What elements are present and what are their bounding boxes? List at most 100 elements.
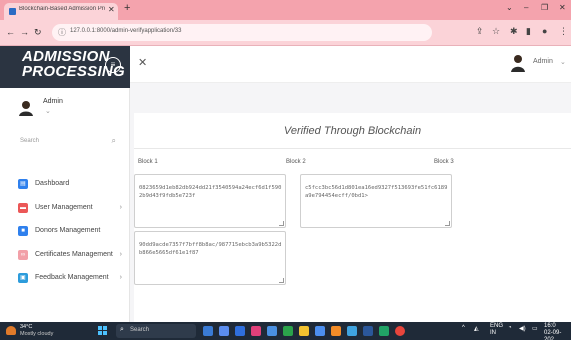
sidebar-item-label: Dashboard [35,180,70,187]
forward-button[interactable]: → [20,27,29,37]
chrome-icon[interactable] [395,326,405,336]
admin-avatar[interactable] [511,54,525,72]
block-hash-textarea[interactable]: 0823659d1eb82db924dd21f3540594a24ecf6d1f… [134,174,286,228]
browser-tab-strip: Blockchain-Based Admission Pro ✕ + ⌄ – ❐… [0,0,571,20]
maximize-button[interactable]: ❐ [541,3,548,12]
tab-close-icon[interactable]: ✕ [108,5,115,14]
admin-name[interactable]: Admin [533,58,553,65]
blockchain-card: Verified Through Blockchain Block 1 Bloc… [134,113,571,322]
feedback-icon: ▣ [18,273,28,283]
block-hash-text: c5fcc3bc56d1d801ea16ed9327f513693fe51fc6… [305,185,448,199]
volume-icon[interactable]: ◀) [519,325,526,332]
app-icon[interactable] [331,326,341,336]
app-icon[interactable] [235,326,245,336]
url-text: 127.0.0.1:8000/admin-verifyapplication/3… [70,28,182,34]
resize-grip-icon[interactable] [279,278,284,283]
chevron-right-icon: › [119,251,122,258]
taskbar-search[interactable]: ⌕ Search [116,324,196,338]
sidebar-search[interactable]: Search ⌕ [18,133,122,149]
profile-avatar-icon[interactable]: ● [542,26,547,36]
tab-search-icon[interactable]: ⌄ [506,3,513,12]
app-icon[interactable] [315,326,325,336]
resize-grip-icon[interactable] [445,221,450,226]
share-icon[interactable]: ⇪ [476,26,484,37]
sidebar-item-feedback-management[interactable]: ▣ Feedback Management › [18,272,128,286]
tab-title: Blockchain-Based Admission Pro [19,6,105,12]
weather-desc: Mostly cloudy [20,331,54,337]
back-button[interactable]: ← [6,27,15,37]
divider [134,148,571,149]
user-chevron-down-icon[interactable]: ⌄ [45,107,51,115]
chevron-right-icon: › [119,274,122,281]
sidebar-toggle-icon[interactable]: ≡ [105,57,121,73]
clock[interactable]: 16:0 02-09-202 [544,323,571,344]
new-tab-button[interactable]: + [124,2,130,14]
sidebar-item-dashboard[interactable]: ▤ Dashboard [18,178,128,192]
certificate-icon: ∞ [18,250,28,260]
search-icon: ⌕ [120,326,124,333]
battery-icon[interactable]: ▭ [532,325,538,332]
close-icon[interactable]: ✕ [138,56,147,69]
wifi-icon[interactable]: ◔ [508,325,512,331]
search-icon[interactable]: ⌕ [112,136,116,146]
block-hash-textarea[interactable]: c5fcc3bc56d1d801ea16ed9327f513693fe51fc6… [300,174,452,228]
search-input[interactable]: Search [20,138,39,144]
sidebar-item-certificates-management[interactable]: ∞ Certificates Management › [18,249,128,263]
block-hash-textarea[interactable]: 90dd9acde7357f7bff8b8ac/987715ebcb3a9b53… [134,231,286,285]
tab-favicon-icon [9,8,16,15]
block-hash-text: 0823659d1eb82db924dd21f3540594a24ecf6d1f… [139,185,282,199]
dashboard-icon: ▤ [18,179,28,189]
taskbar-search-label: Search [130,327,150,333]
tray-chevron-up-icon[interactable]: ^ [462,325,465,331]
app-icon[interactable] [347,326,357,336]
extensions-icon[interactable]: ✱ [510,26,518,37]
reload-button[interactable]: ↻ [34,27,42,38]
app-icon[interactable] [203,326,213,336]
chevron-down-icon[interactable]: ⌄ [560,58,566,66]
sidebar-item-user-management[interactable]: ▬ User Management › [18,202,128,216]
windows-taskbar: 34°C Mostly cloudy ⌕ Search ^ ◭ ENG IN ◔… [0,322,571,343]
app-icon[interactable] [379,326,389,336]
app-icon[interactable] [363,326,373,336]
region-code: IN [490,330,496,336]
site-info-icon[interactable]: ⓘ [58,27,66,38]
sidebar-item-label: Certificates Management [35,251,113,258]
url-field[interactable]: ⓘ 127.0.0.1:8000/admin-verifyapplication… [52,24,432,41]
language-indicator[interactable]: ENG IN [490,323,503,337]
app-icon[interactable] [219,326,229,336]
weather-icon [6,326,16,335]
app-icon[interactable] [299,326,309,336]
donor-icon: ■ [18,226,28,236]
app-icon[interactable] [283,326,293,336]
sidebar-item-label: User Management [35,204,93,211]
column-header-block-2: Block 2 [286,159,306,165]
bookmark-star-icon[interactable]: ☆ [492,26,500,37]
windows-start-icon[interactable] [98,326,108,336]
user-avatar [19,101,33,116]
clock-date: 02-09-202 [544,330,562,343]
minimize-button[interactable]: – [524,3,528,12]
close-window-button[interactable]: ✕ [559,3,566,12]
sidebar-user-name[interactable]: Admin [43,98,63,105]
sidebar-item-label: Feedback Management [35,274,109,281]
sidebar-item-donors-management[interactable]: ■ Donors Management [18,225,128,239]
clock-time: 16:0 [544,323,556,329]
sidebar-panel-icon[interactable]: ▮ [526,26,531,37]
main-content: Verified Through Blockchain Block 1 Bloc… [130,83,571,322]
network-icon[interactable]: ◭ [474,325,479,332]
page-title: Verified Through Blockchain [283,125,422,137]
column-header-block-1: Block 1 [138,159,158,165]
language-code: ENG [490,323,504,329]
user-icon: ▬ [18,203,28,213]
top-navbar: ✕ Admin ⌄ [130,46,571,83]
app-icon[interactable] [267,326,277,336]
app-icon[interactable] [251,326,261,336]
sidebar: ADMISSION PROCESSING ≡ Admin ⌄ Search ⌕ … [0,46,130,322]
sidebar-item-label: Donors Management [35,227,101,234]
address-bar-row: ← → ↻ ⓘ 127.0.0.1:8000/admin-verifyappli… [0,20,571,46]
browser-tab[interactable]: Blockchain-Based Admission Pro ✕ [4,3,118,20]
browser-menu-icon[interactable]: ⋮ [559,26,568,37]
weather-widget[interactable]: 34°C Mostly cloudy [6,324,66,338]
resize-grip-icon[interactable] [279,221,284,226]
chevron-right-icon: › [119,204,122,211]
